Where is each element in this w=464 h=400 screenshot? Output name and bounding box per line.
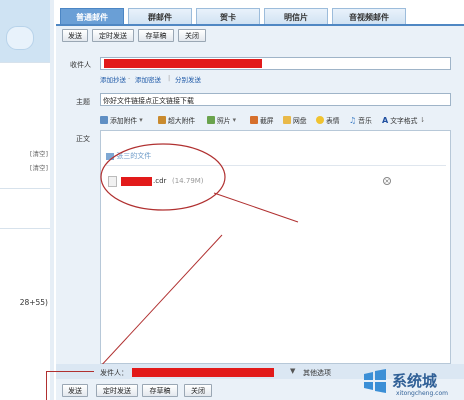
annotation-overlay: [85, 143, 299, 383]
timed-send-button-bottom[interactable]: 定时发送: [96, 384, 138, 397]
annotation-highlight: [46, 371, 94, 400]
sender-label: 发件人：: [100, 369, 128, 377]
watermark-brand: 系统城: [392, 372, 438, 390]
annotation-arrow: [85, 234, 223, 383]
annotation-ellipse: [100, 143, 226, 211]
sender-dropdown-icon[interactable]: ▼: [290, 367, 295, 375]
close-button-bottom[interactable]: 关闭: [184, 384, 212, 397]
watermark-url: xitongcheng.com: [396, 390, 448, 397]
windows-logo-icon: [364, 369, 386, 393]
other-options-link[interactable]: 其他选项: [303, 368, 331, 378]
annotation-arrow: [213, 192, 299, 223]
sender-redacted: [132, 368, 274, 377]
save-draft-button-bottom[interactable]: 存草稿: [142, 384, 178, 397]
